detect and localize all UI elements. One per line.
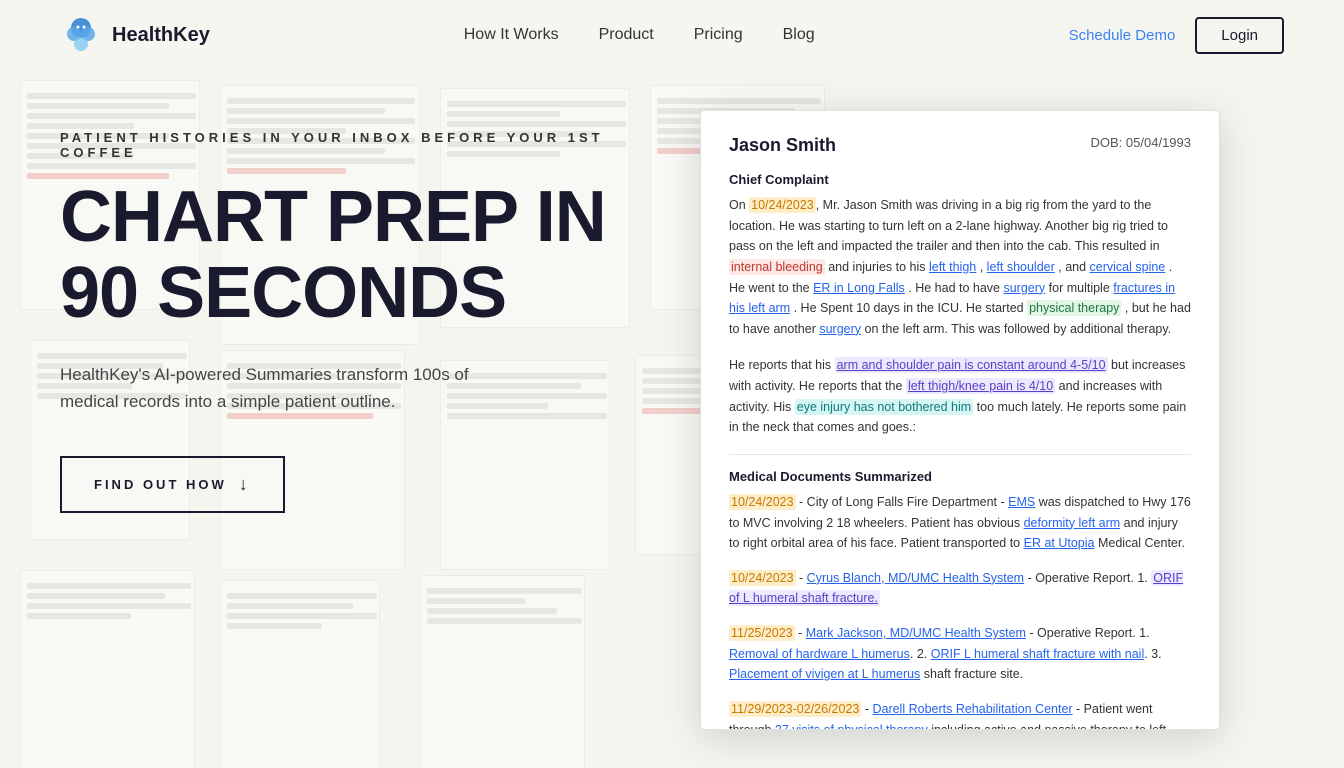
hero-title: CHART PREP IN 90 SECONDS: [60, 180, 640, 331]
entry-3-doctor: Mark Jackson, MD/UMC Health System: [806, 626, 1026, 640]
find-out-how-button[interactable]: FIND OUT HOW ↓: [60, 456, 285, 513]
entry-4-date: 11/29/2023-02/26/2023: [729, 701, 861, 717]
arm-shoulder-pain: arm and shoulder pain is constant around…: [835, 357, 1108, 373]
hero-right: Jason Smith DOB: 05/04/1993 Chief Compla…: [700, 110, 1284, 730]
divider-1: [729, 454, 1191, 455]
entry-3-orif: ORIF L humeral shaft fracture with nail: [931, 647, 1145, 661]
hero-title-line2: 90 SECONDS: [60, 256, 640, 332]
arrow-down-icon: ↓: [239, 474, 251, 495]
entry-4-rehab: Darell Roberts Rehabilitation Center: [872, 702, 1072, 716]
entry-3-text: 11/25/2023 - Mark Jackson, MD/UMC Health…: [729, 623, 1191, 685]
entry-1-date: 10/24/2023: [729, 494, 796, 510]
nav-pricing[interactable]: Pricing: [694, 26, 743, 44]
nav-how-it-works[interactable]: How It Works: [464, 26, 559, 44]
find-out-label: FIND OUT HOW: [94, 477, 227, 492]
entry-2-date: 10/24/2023: [729, 570, 796, 586]
medical-entry-2: 10/24/2023 - Cyrus Blanch, MD/UMC Health…: [729, 568, 1191, 609]
entry-3-date: 11/25/2023: [729, 625, 795, 641]
hero-title-line1: CHART PREP IN: [60, 180, 640, 256]
entry-3-removal: Removal of hardware L humerus: [729, 647, 910, 661]
entry-4-pt: 27 visits of physical therapy: [775, 723, 928, 731]
entry-3-placement: Placement of vivigen at L humerus: [729, 667, 920, 681]
surgery-1: surgery: [1003, 281, 1045, 295]
patient-card: Jason Smith DOB: 05/04/1993 Chief Compla…: [700, 110, 1220, 730]
nav-blog[interactable]: Blog: [783, 26, 815, 44]
left-thigh: left thigh: [929, 260, 976, 274]
entry-2-text: 10/24/2023 - Cyrus Blanch, MD/UMC Health…: [729, 568, 1191, 609]
surgery-2: surgery: [819, 322, 861, 336]
pain-report-text: He reports that his arm and shoulder pai…: [729, 355, 1191, 438]
patient-name: Jason Smith: [729, 135, 836, 156]
hero-subtitle: PATIENT HISTORIES IN YOUR INBOX BEFORE Y…: [60, 130, 640, 160]
eye-injury: eye injury has not bothered him: [795, 399, 973, 415]
schedule-demo-button[interactable]: Schedule Demo: [1069, 27, 1176, 44]
knee-pain: left thigh/knee pain is 4/10: [906, 378, 1055, 394]
entry-1-ems: EMS: [1008, 495, 1035, 509]
logo-icon: [60, 14, 102, 56]
medical-entry-1: 10/24/2023 - City of Long Falls Fire Dep…: [729, 492, 1191, 554]
nav-product[interactable]: Product: [599, 26, 654, 44]
physical-therapy-1: physical therapy: [1027, 300, 1121, 316]
entry-1-deformity: deformity left arm: [1024, 516, 1121, 530]
patient-header: Jason Smith DOB: 05/04/1993: [729, 135, 1191, 156]
logo-text: HealthKey: [112, 24, 210, 47]
left-shoulder: left shoulder: [987, 260, 1055, 274]
med-docs-label: Medical Documents Summarized: [729, 469, 1191, 484]
entry-4-text: 11/29/2023-02/26/2023 - Darell Roberts R…: [729, 699, 1191, 730]
nav-actions: Schedule Demo Login: [1069, 17, 1284, 54]
patient-dob: DOB: 05/04/1993: [1091, 135, 1192, 150]
internal-bleeding: internal bleeding: [729, 259, 825, 275]
hero-section: PATIENT HISTORIES IN YOUR INBOX BEFORE Y…: [0, 70, 1344, 730]
nav-links: How It Works Product Pricing Blog: [464, 26, 815, 44]
hero-left: PATIENT HISTORIES IN YOUR INBOX BEFORE Y…: [60, 110, 640, 513]
er-long-falls: ER in Long Falls: [813, 281, 905, 295]
hero-description: HealthKey's AI-powered Summaries transfo…: [60, 361, 520, 415]
login-button[interactable]: Login: [1195, 17, 1284, 54]
entry-1-text: 10/24/2023 - City of Long Falls Fire Dep…: [729, 492, 1191, 554]
chief-complaint-text: On 10/24/2023, Mr. Jason Smith was drivi…: [729, 195, 1191, 339]
entry-2-doctor: Cyrus Blanch, MD/UMC Health System: [807, 571, 1024, 585]
medical-entry-4: 11/29/2023-02/26/2023 - Darell Roberts R…: [729, 699, 1191, 730]
complaint-date: 10/24/2023: [749, 197, 816, 213]
entry-1-er: ER at Utopia: [1024, 536, 1095, 550]
chief-complaint-label: Chief Complaint: [729, 172, 1191, 187]
navbar: HealthKey How It Works Product Pricing B…: [0, 0, 1344, 70]
logo-area: HealthKey: [60, 14, 210, 56]
cervical-spine: cervical spine: [1090, 260, 1166, 274]
medical-entry-3: 11/25/2023 - Mark Jackson, MD/UMC Health…: [729, 623, 1191, 685]
